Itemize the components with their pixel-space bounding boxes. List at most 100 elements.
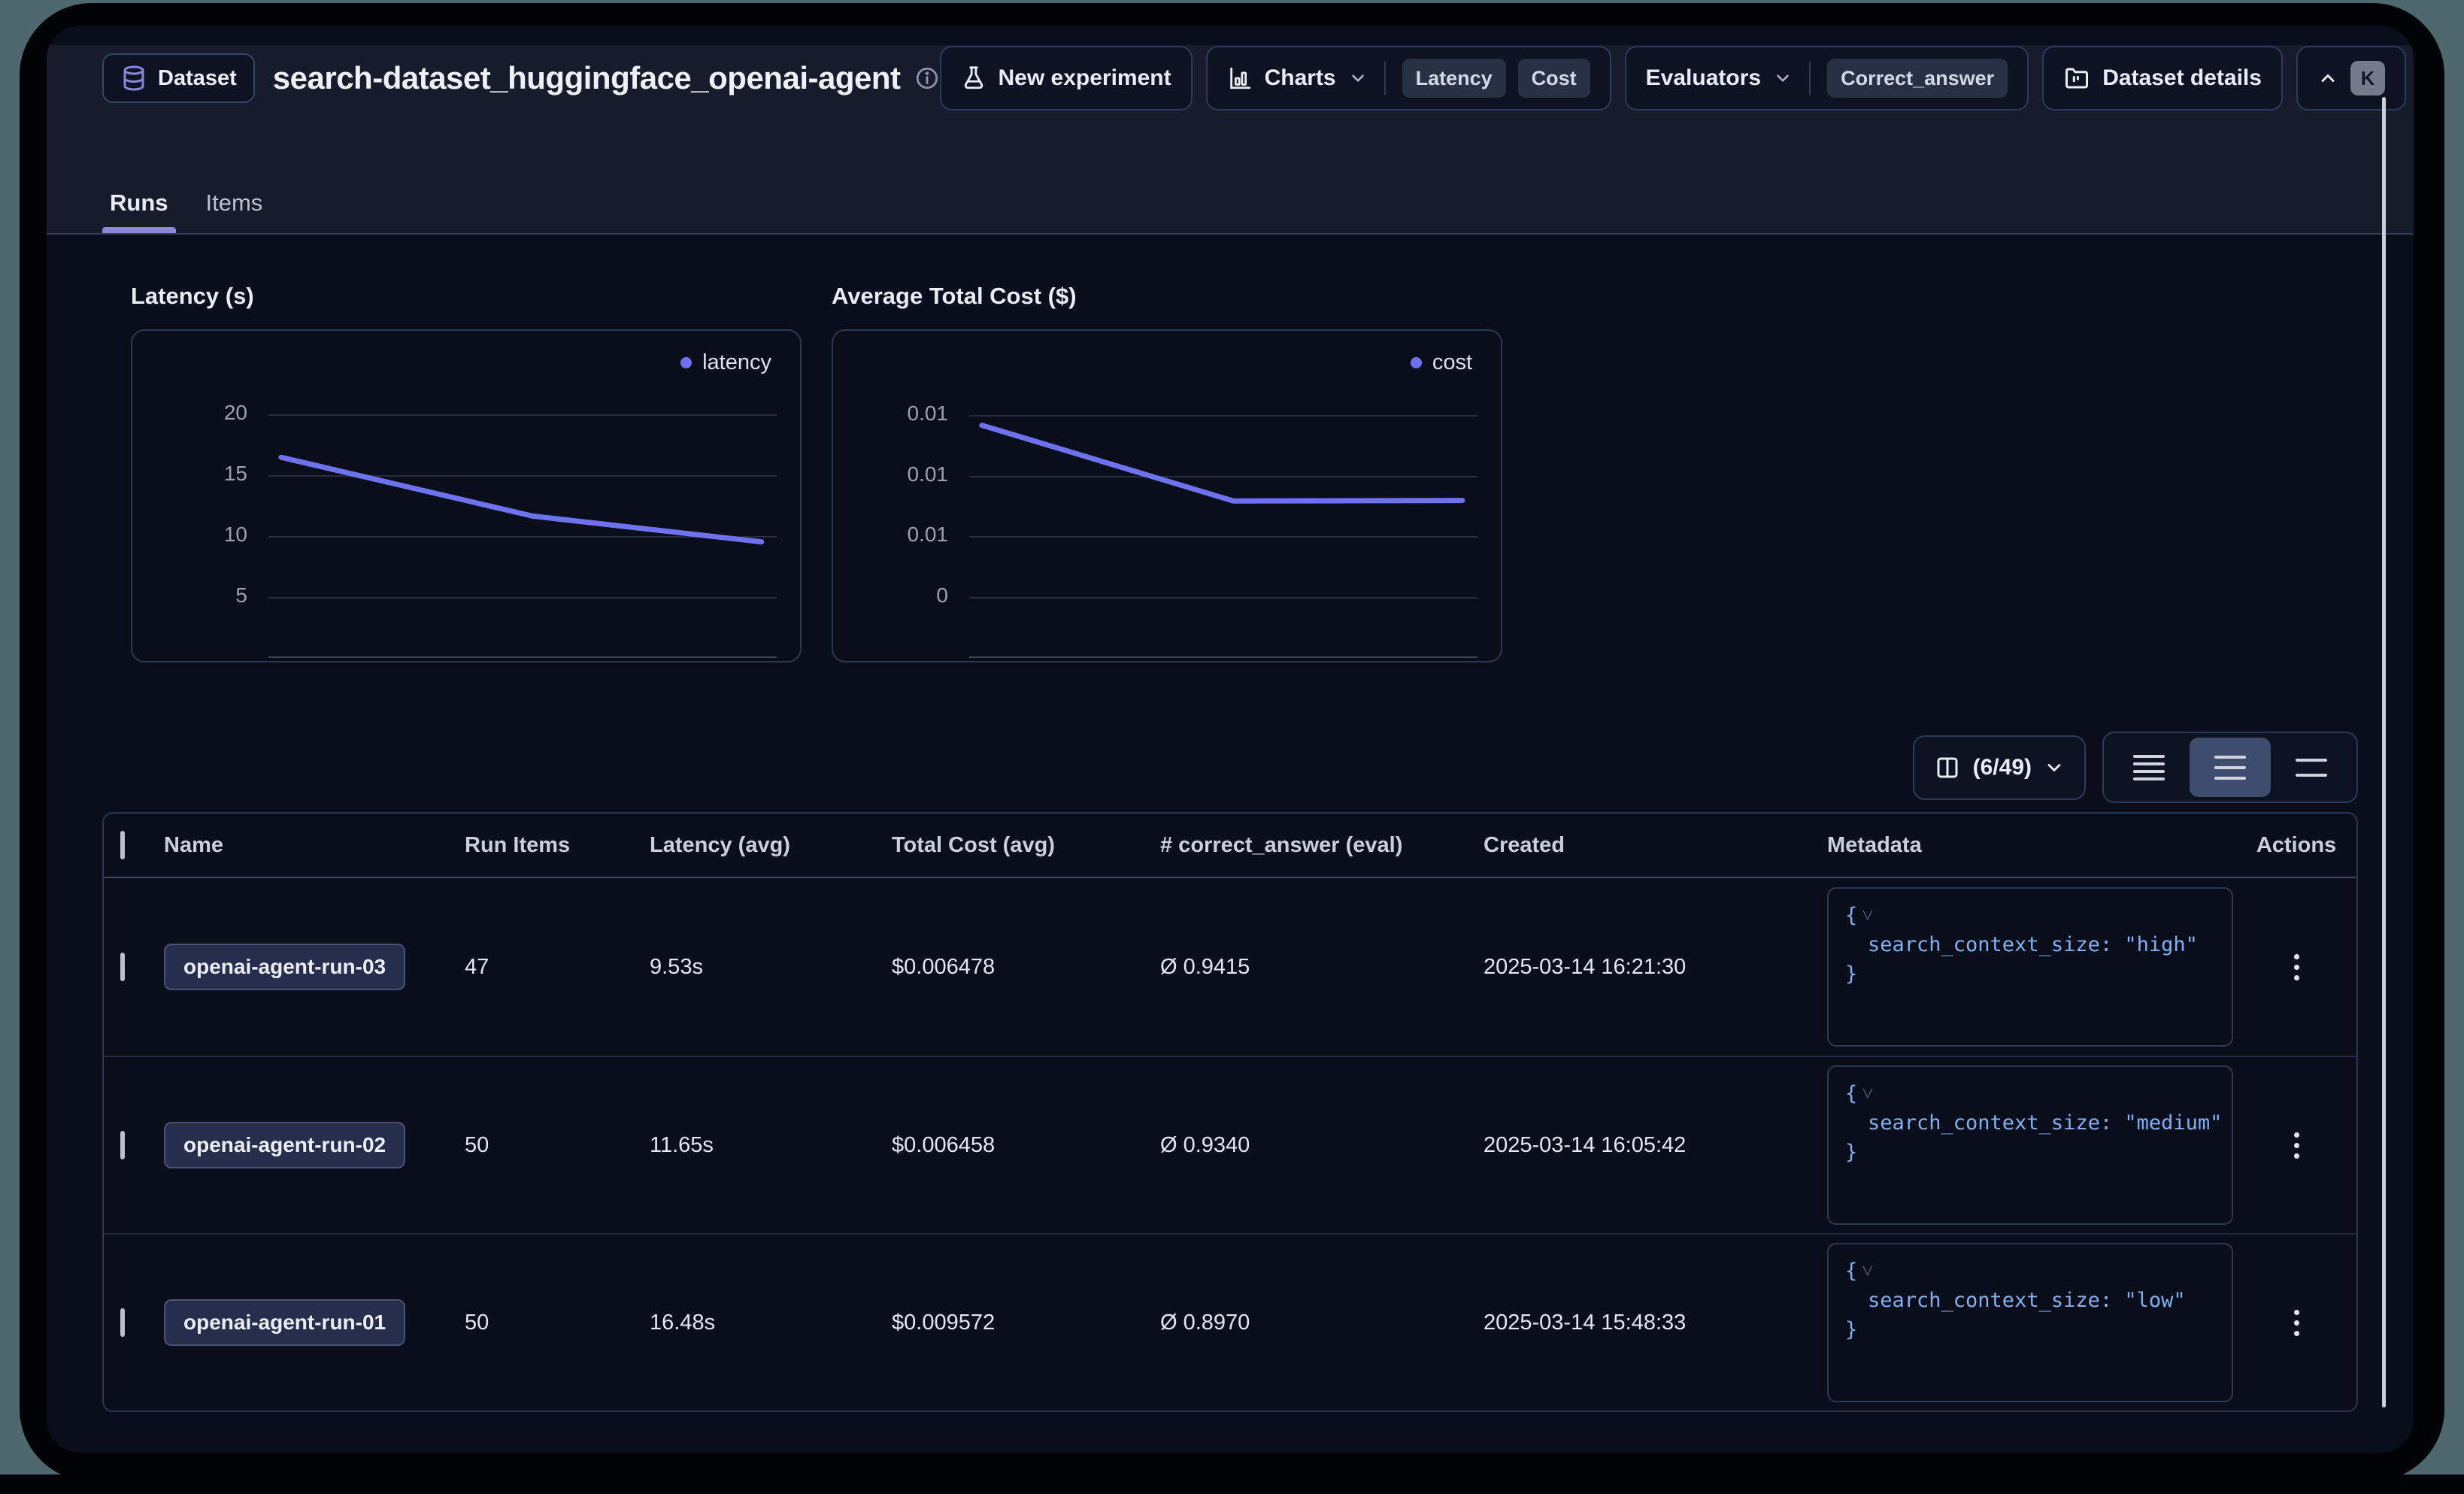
created-timestamp: 2025-03-14 16:05:42 [1484,1133,1827,1158]
column-header-correct-answer: # correct_answer (eval) [1160,833,1484,858]
row-height-toggle [2102,732,2358,803]
run-name-badge[interactable]: openai-agent-run-03 [164,944,405,990]
row-height-large-option[interactable] [2271,738,2352,797]
cost-chart-card: cost 0.010.010.010 [832,329,1502,662]
total-cost-value: $0.009572 [892,1311,1160,1335]
json-close-brace: } [1845,1138,2215,1167]
row-actions-kebab[interactable] [2294,1310,2299,1336]
row-actions-kebab[interactable] [2294,1132,2299,1159]
metadata-json-box[interactable]: {˅ search_context_size: "low" } [1827,1243,2233,1402]
json-line: search_context_size: "high" [1845,930,2215,959]
charts-menu-label: Charts [1265,65,1336,91]
row-checkbox[interactable] [120,1131,125,1159]
tab-bar: Runs Items [102,179,270,233]
column-header-run-items: Run Items [465,833,650,858]
column-visibility-button[interactable]: (6/49) [1913,735,2086,800]
created-timestamp: 2025-03-14 15:48:33 [1484,1311,1827,1335]
evaluators-menu-label: Evaluators [1646,65,1761,91]
total-cost-value: $0.006478 [892,955,1160,980]
metadata-expand-icon[interactable]: ˅ [1862,1082,1873,1105]
eval-score-value: Ø 0.9415 [1160,955,1484,980]
eval-score-value: Ø 0.9340 [1160,1133,1484,1158]
run-name-badge[interactable]: openai-agent-run-01 [164,1299,405,1346]
previous-run-button[interactable]: K [2296,46,2406,111]
y-tick-label: 0.01 [865,523,948,547]
json-open-brace: { [1845,904,1857,927]
shortcut-key-k: K [2350,61,2385,95]
latency-value: 11.65s [650,1133,892,1158]
column-header-actions: Actions [2248,833,2356,858]
y-tick-label: 0 [865,583,948,608]
chevron-down-icon [2044,757,2065,778]
table-row: openai-agent-run-02 50 11.65s $0.006458 … [104,1056,2356,1233]
run-items-value: 47 [465,955,650,980]
toolbar: Dataset search-dataset_huggingface_opena… [102,45,2384,111]
dataset-details-button[interactable]: Dataset details [2042,46,2283,111]
rows-medium-icon [2214,756,2246,780]
bar-chart-icon [1227,65,1253,91]
latency-value: 16.48s [650,1311,892,1335]
runs-table: Name Run Items Latency (avg) Total Cost … [102,812,2358,1412]
tab-items[interactable]: Items [199,179,271,233]
cost-chart: Average Total Cost ($) cost 0.010.010.01… [832,283,1502,662]
info-icon[interactable] [914,65,940,91]
table-header-row: Name Run Items Latency (avg) Total Cost … [104,814,2356,878]
run-items-value: 50 [465,1133,650,1158]
eval-score-value: Ø 0.8970 [1160,1311,1484,1335]
rows-small-icon [2133,755,2165,780]
cost-line [982,426,1462,502]
dataset-details-label: Dataset details [2102,65,2262,91]
active-tab-underline [102,227,176,233]
dataset-badge: Dataset [102,53,255,103]
chevron-down-icon [1348,68,1368,88]
metadata-expand-icon[interactable]: ˅ [1862,904,1873,927]
column-header-metadata: Metadata [1827,833,2248,858]
database-icon [120,63,147,93]
cost-chart-title: Average Total Cost ($) [832,283,1502,310]
table-controls: (6/49) [102,732,2358,803]
new-experiment-button[interactable]: New experiment [940,46,1193,111]
table-row: openai-agent-run-01 50 16.48s $0.009572 … [104,1233,2356,1411]
column-count-label: (6/49) [1973,755,2032,780]
evaluators-menu-button[interactable]: Evaluators Correct_answer [1625,46,2029,111]
json-close-brace: } [1845,959,2215,989]
run-name-badge[interactable]: openai-agent-run-02 [164,1122,405,1168]
column-header-total-cost: Total Cost (avg) [892,833,1160,858]
metadata-json-box[interactable]: {˅ search_context_size: "medium" } [1827,1065,2233,1225]
latency-chart-title: Latency (s) [131,283,802,310]
divider [1809,62,1811,95]
cost-chart-chip[interactable]: Cost [1518,59,1590,98]
metadata-json-box[interactable]: {˅ search_context_size: "high" } [1827,887,2233,1047]
row-actions-kebab[interactable] [2294,954,2299,980]
y-tick-label: 5 [165,583,247,608]
bottom-edge-bar [0,1474,2464,1494]
column-header-latency: Latency (avg) [650,833,892,858]
total-cost-value: $0.006458 [892,1133,1160,1158]
row-height-medium-option[interactable] [2190,738,2271,797]
tab-runs-label: Runs [110,189,168,216]
tab-runs[interactable]: Runs [102,179,176,233]
row-checkbox[interactable] [120,1308,125,1337]
correct-answer-evaluator-chip[interactable]: Correct_answer [1827,59,2008,98]
row-checkbox[interactable] [120,953,125,981]
latency-chart-chip[interactable]: Latency [1402,59,1506,98]
y-tick-label: 0.01 [865,402,948,426]
plot-area: 0.010.010.010 [969,361,1477,658]
created-timestamp: 2025-03-14 16:21:30 [1484,955,1827,980]
latency-value: 9.53s [650,955,892,980]
top-bar: Dataset search-dataset_huggingface_opena… [47,45,2414,235]
json-line: search_context_size: "low" [1845,1286,2215,1315]
vertical-scrollbar[interactable] [2382,97,2386,1408]
y-tick-label: 15 [165,462,247,486]
chevron-up-icon [2317,68,2338,89]
column-header-name: Name [164,833,465,858]
latency-chart-card: latency 2015105 [131,329,802,662]
page-title: search-dataset_huggingface_openai-agent [273,60,901,96]
row-height-small-option[interactable] [2108,738,2190,797]
columns-icon [1934,754,1961,781]
charts-menu-button[interactable]: Charts Latency Cost [1206,46,1611,111]
plot-area: 2015105 [268,361,777,658]
metadata-expand-icon[interactable]: ˅ [1862,1259,1873,1283]
select-all-checkbox[interactable] [120,831,125,859]
y-tick-label: 10 [165,523,247,547]
